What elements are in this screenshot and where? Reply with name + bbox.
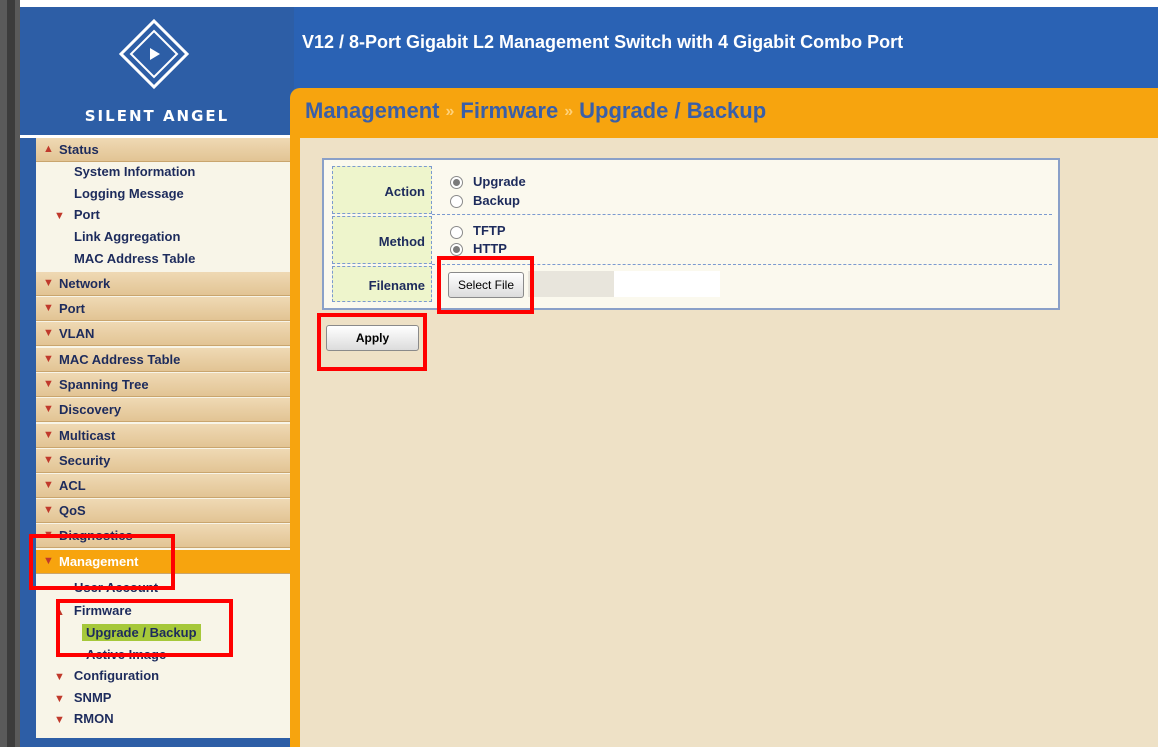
sidebar-item-configuration[interactable]: ▼ Configuration bbox=[54, 668, 159, 683]
chevron-down-icon: ▼ bbox=[43, 454, 54, 466]
method-label: Method bbox=[378, 234, 425, 249]
chevron-down-icon: ▼ bbox=[43, 378, 54, 390]
breadcrumb-separator: » bbox=[445, 103, 455, 120]
file-path-input[interactable] bbox=[614, 271, 720, 297]
sidebar-item-system-information[interactable]: System Information bbox=[74, 164, 195, 179]
breadcrumb-item-upgrade-backup: Upgrade / Backup bbox=[579, 98, 767, 123]
sidebar-item-logging-message[interactable]: Logging Message bbox=[74, 186, 184, 201]
annotation-management bbox=[29, 534, 175, 590]
window-edge-shadow bbox=[7, 0, 15, 747]
chevron-down-icon: ▼ bbox=[43, 504, 54, 516]
sidebar-item-qos[interactable]: ▼ QoS bbox=[36, 499, 290, 523]
sidebar-item-spanning-tree[interactable]: ▼ Spanning Tree bbox=[36, 373, 290, 397]
sidebar-item-security[interactable]: ▼ Security bbox=[36, 449, 290, 473]
file-name-display bbox=[528, 271, 614, 297]
sidebar-edge bbox=[20, 138, 36, 747]
sidebar-item-mac-address-table[interactable]: ▼ MAC Address Table bbox=[36, 348, 290, 372]
chevron-down-icon: ▼ bbox=[54, 671, 65, 683]
sidebar-item-acl[interactable]: ▼ ACL bbox=[36, 474, 290, 498]
sidebar-item-link-aggregation[interactable]: Link Aggregation bbox=[74, 229, 180, 244]
sidebar-item-snmp[interactable]: ▼ SNMP bbox=[54, 690, 111, 705]
radio-backup[interactable] bbox=[450, 195, 463, 208]
sidebar-item-status[interactable]: ▲ Status bbox=[36, 138, 290, 162]
window-edge-right bbox=[1158, 0, 1167, 747]
form-row-divider bbox=[432, 214, 1052, 215]
radio-tftp[interactable] bbox=[450, 226, 463, 239]
chevron-down-icon: ▼ bbox=[43, 353, 54, 365]
radio-upgrade[interactable] bbox=[450, 176, 463, 189]
chevron-down-icon: ▼ bbox=[54, 210, 65, 222]
chevron-down-icon: ▼ bbox=[54, 714, 65, 726]
radio-tftp-label: TFTP bbox=[473, 223, 506, 238]
annotation-upgrade-backup bbox=[56, 599, 233, 657]
sidebar-item-port[interactable]: ▼ Port bbox=[36, 297, 290, 321]
chevron-down-icon: ▼ bbox=[43, 327, 54, 339]
annotation-select-file bbox=[437, 256, 534, 314]
breadcrumb-item-firmware: Firmware bbox=[460, 98, 559, 123]
breadcrumb-item-management: Management bbox=[305, 98, 440, 123]
sidebar-item-network[interactable]: ▼ Network bbox=[36, 272, 290, 296]
annotation-apply bbox=[317, 313, 427, 371]
radio-backup-label: Backup bbox=[473, 193, 520, 208]
method-label-cell: Method bbox=[332, 216, 432, 264]
chevron-down-icon: ▼ bbox=[54, 693, 65, 705]
sidebar-bottom-edge bbox=[20, 738, 290, 747]
radio-http-label: HTTP bbox=[473, 241, 507, 256]
filename-label: Filename bbox=[368, 278, 425, 293]
sidebar-item-multicast[interactable]: ▼ Multicast bbox=[36, 424, 290, 448]
content-border bbox=[290, 138, 300, 747]
radio-http[interactable] bbox=[450, 243, 463, 256]
filename-label-cell: Filename bbox=[332, 266, 432, 302]
sidebar-item-status-mac-table[interactable]: MAC Address Table bbox=[74, 251, 195, 266]
sidebar-item-vlan[interactable]: ▼ VLAN bbox=[36, 322, 290, 346]
play-diamond-icon bbox=[118, 18, 190, 90]
action-label-cell: Action bbox=[332, 166, 432, 214]
breadcrumb-separator: » bbox=[564, 103, 574, 120]
chevron-down-icon: ▼ bbox=[43, 302, 54, 314]
chevron-up-icon: ▲ bbox=[43, 143, 54, 155]
chevron-down-icon: ▼ bbox=[43, 403, 54, 415]
radio-upgrade-label: Upgrade bbox=[473, 174, 526, 189]
breadcrumb: Management » Firmware » Upgrade / Backup bbox=[305, 98, 766, 124]
chevron-down-icon: ▼ bbox=[43, 277, 54, 289]
sidebar-item-status-port[interactable]: ▼ Port bbox=[54, 207, 100, 222]
page-title: V12 / 8-Port Gigabit L2 Management Switc… bbox=[302, 32, 904, 52]
chevron-down-icon: ▼ bbox=[43, 479, 54, 491]
action-label: Action bbox=[384, 184, 425, 199]
sidebar-item-rmon[interactable]: ▼ RMON bbox=[54, 711, 114, 726]
sidebar-item-discovery[interactable]: ▼ Discovery bbox=[36, 398, 290, 422]
brand-name: SILENT ANGEL bbox=[84, 107, 230, 125]
chevron-down-icon: ▼ bbox=[43, 429, 54, 441]
